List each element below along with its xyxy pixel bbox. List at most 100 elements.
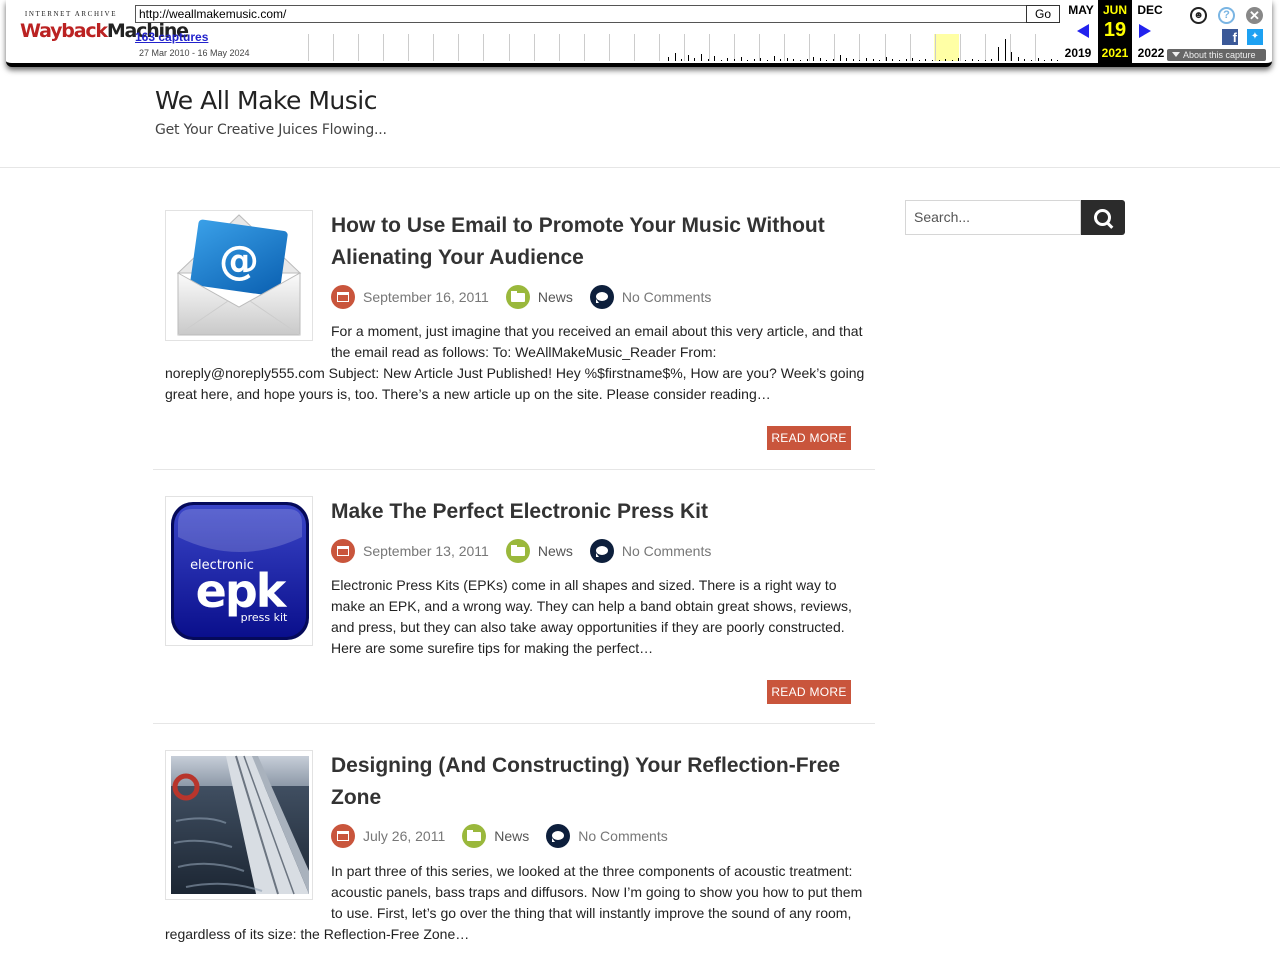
sparkline-bar <box>872 59 874 61</box>
calendar-icon <box>331 824 355 848</box>
arrow-right-icon[interactable] <box>1139 24 1151 38</box>
sparkline-bar <box>1031 60 1032 61</box>
post-category[interactable]: News <box>538 543 573 559</box>
wayback-logo[interactable]: INTERNET ARCHIVE WaybackMachine <box>20 8 189 50</box>
post-thumbnail[interactable]: electronic epk press kit <box>165 496 313 646</box>
epk-main-text: epk <box>196 564 288 618</box>
sparkline-year-column <box>959 34 986 61</box>
arrow-left-icon[interactable] <box>1077 24 1089 38</box>
calendar-icon <box>331 539 355 563</box>
twitter-icon[interactable]: ✦ <box>1247 29 1263 45</box>
sparkline-bar <box>694 58 696 61</box>
sparkline-bar <box>978 60 980 61</box>
next-month[interactable]: DEC <box>1133 3 1167 17</box>
sparkline-bar <box>800 60 801 61</box>
sparkline-bar <box>958 58 960 61</box>
post-title[interactable]: Designing (And Constructing) Your Reflec… <box>331 750 861 813</box>
post-comments[interactable]: No Comments <box>622 543 711 559</box>
sparkline-bar <box>753 59 755 61</box>
search-input[interactable]: Search... <box>905 200 1081 235</box>
read-more-button[interactable]: READ MORE <box>767 680 851 704</box>
post-date[interactable]: September 13, 2011 <box>363 543 489 559</box>
sparkline-year-column <box>934 34 961 61</box>
sparkline-bar <box>971 59 973 61</box>
facebook-icon[interactable]: f <box>1222 29 1238 45</box>
sparkline-bar <box>912 58 914 61</box>
prev-month[interactable]: MAY <box>1064 3 1098 17</box>
sparkline-bar <box>839 55 841 61</box>
sparkline-bar <box>714 56 716 61</box>
sparkline-bar <box>905 59 907 61</box>
post-excerpt-text: Electronic Press Kits (EPKs) come in all… <box>331 577 852 656</box>
post-article: @ How to Use Email to Promote Your Music… <box>153 210 875 470</box>
post-category[interactable]: News <box>494 828 529 844</box>
sparkline-year-column <box>508 34 535 61</box>
sparkline-bar <box>786 58 788 61</box>
close-icon[interactable]: ✕ <box>1246 7 1263 24</box>
sparkline-bar <box>859 60 861 61</box>
folder-icon <box>462 824 487 848</box>
calendar-icon <box>331 285 355 309</box>
sparkline-bar <box>1024 59 1026 61</box>
sparkline-bar <box>826 60 828 61</box>
sparkline-bar <box>945 59 947 61</box>
about-capture-button[interactable]: About this capture <box>1167 49 1266 61</box>
comment-icon <box>546 824 571 848</box>
next-year[interactable]: 2022 <box>1134 46 1168 60</box>
prev-year[interactable]: 2019 <box>1061 46 1095 60</box>
triangle-down-icon <box>1172 52 1180 57</box>
post-date[interactable]: September 16, 2011 <box>363 289 489 305</box>
post-comments[interactable]: No Comments <box>622 289 711 305</box>
wayback-toolbar: INTERNET ARCHIVE WaybackMachine http://w… <box>6 0 1272 67</box>
epk-logo-image: electronic epk press kit <box>171 502 309 640</box>
sparkline-year-column <box>784 34 810 61</box>
sparkline-bar <box>852 59 854 61</box>
sparkline-bar <box>819 58 821 61</box>
post-article: Designing (And Constructing) Your Reflec… <box>153 750 875 970</box>
search-button[interactable] <box>1081 200 1125 235</box>
logo-wayback-machine: WaybackMachine <box>20 20 189 42</box>
sparkline-bar <box>681 59 683 61</box>
capture-sparkline[interactable] <box>308 34 1060 61</box>
sparkline-bar <box>1004 39 1006 61</box>
folder-icon <box>505 285 530 309</box>
url-input[interactable]: http://weallmakemusic.com/ <box>135 5 1027 23</box>
user-icon[interactable]: ☻ <box>1190 7 1207 24</box>
sparkline-bar <box>734 59 735 61</box>
sparkline-year-column <box>909 34 936 61</box>
sparkline-bar <box>918 60 920 61</box>
post-category[interactable]: News <box>538 289 573 305</box>
sparkline-bar <box>727 58 729 61</box>
sparkline-year-column <box>558 34 585 61</box>
post-date[interactable]: July 26, 2011 <box>363 828 445 844</box>
help-icon[interactable]: ? <box>1218 7 1235 24</box>
sparkline-bar <box>925 59 927 61</box>
captures-link[interactable]: 163 captures <box>135 30 208 44</box>
sparkline-bar <box>991 59 993 61</box>
sparkline-year-column <box>1009 34 1036 61</box>
sparkline-year-column <box>734 34 760 61</box>
sparkline-bar <box>760 58 762 61</box>
site-title[interactable]: We All Make Music <box>155 86 377 115</box>
post-meta: September 16, 2011 News No Comments <box>331 284 728 310</box>
folder-icon <box>505 539 530 563</box>
sparkline-year-column <box>759 34 785 61</box>
sparkline-bar <box>932 60 933 61</box>
at-symbol: @ <box>219 238 259 284</box>
capture-date-range: 27 Mar 2010 - 16 May 2024 <box>139 48 250 58</box>
post-title[interactable]: How to Use Email to Promote Your Music W… <box>331 210 861 273</box>
sparkline-bar <box>674 53 676 61</box>
sparkline-bar <box>740 57 742 61</box>
sparkline-year-column <box>633 34 660 61</box>
sparkline-year-column <box>458 34 484 61</box>
sparkline-year-column <box>709 34 735 61</box>
go-button[interactable]: Go <box>1026 5 1060 23</box>
sparkline-bar <box>767 60 768 61</box>
read-more-button[interactable]: READ MORE <box>767 426 851 450</box>
sparkline-year-column <box>383 34 409 61</box>
sparkline-year-column <box>884 34 911 61</box>
post-comments[interactable]: No Comments <box>578 828 667 844</box>
post-title[interactable]: Make The Perfect Electronic Press Kit <box>331 496 861 528</box>
sparkline-bar <box>806 59 808 61</box>
sparkline-bar <box>885 57 887 61</box>
